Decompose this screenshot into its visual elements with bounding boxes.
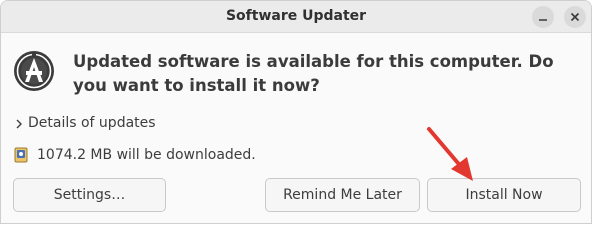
chevron-right-icon (16, 119, 22, 129)
software-updater-icon (14, 51, 54, 91)
minimize-button[interactable] (532, 6, 554, 28)
red-arrow-icon (427, 127, 473, 181)
software-updater-window: Software Updater Updated software is ava… (0, 0, 592, 224)
close-button[interactable] (564, 6, 586, 28)
details-label: Details of updates (28, 115, 156, 131)
minimize-icon (539, 19, 547, 21)
package-icon (14, 147, 28, 163)
settings-button[interactable]: Settings… (13, 178, 166, 212)
remind-me-later-button[interactable]: Remind Me Later (265, 178, 420, 212)
download-size-text: 1074.2 MB will be downloaded. (37, 147, 256, 163)
update-available-message: Updated software is available for this c… (73, 52, 554, 95)
close-icon (570, 12, 580, 22)
window-title: Software Updater (225, 8, 367, 24)
title-bar[interactable]: Software Updater (1, 1, 591, 33)
